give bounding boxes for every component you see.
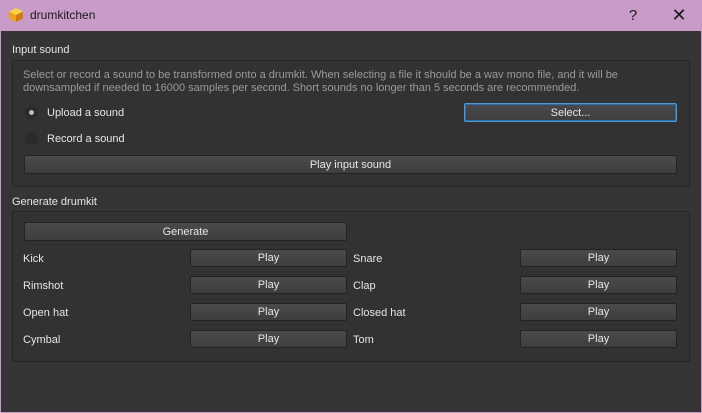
clap-label: Clap <box>353 280 376 292</box>
input-description: Select or record a sound to be transform… <box>23 69 618 94</box>
play-tom-button[interactable]: Play <box>520 330 677 348</box>
input-group-title: Input sound <box>12 44 70 56</box>
dialog-body: Input sound Select or record a sound to … <box>1 31 701 412</box>
play-rimshot-button[interactable]: Play <box>190 276 347 294</box>
open-hat-label: Open hat <box>23 307 69 319</box>
generate-group-title: Generate drumkit <box>12 196 97 208</box>
generate-button[interactable]: Generate <box>24 222 347 241</box>
upload-sound-option[interactable]: Upload a sound <box>25 106 124 119</box>
title-bar[interactable]: drumkitchen ? ✕ <box>0 0 702 31</box>
kick-label: Kick <box>23 253 44 265</box>
record-radio[interactable] <box>25 132 38 145</box>
play-snare-button[interactable]: Play <box>520 249 677 267</box>
close-button[interactable]: ✕ <box>656 0 702 31</box>
play-closed-hat-button[interactable]: Play <box>520 303 677 321</box>
record-label: Record a sound <box>47 132 125 145</box>
upload-radio[interactable] <box>25 106 38 119</box>
upload-label: Upload a sound <box>47 106 125 119</box>
app-cube-icon <box>9 8 23 22</box>
app-window: drumkitchen ? ✕ Input sound Select or re… <box>0 0 702 413</box>
play-clap-button[interactable]: Play <box>520 276 677 294</box>
help-button[interactable]: ? <box>610 0 656 31</box>
rimshot-label: Rimshot <box>23 280 64 292</box>
record-sound-option[interactable]: Record a sound <box>25 132 125 145</box>
play-input-sound-button[interactable]: Play input sound <box>24 155 677 174</box>
tom-label: Tom <box>353 334 374 346</box>
cymbal-label: Cymbal <box>23 334 61 346</box>
snare-label: Snare <box>353 253 383 265</box>
play-kick-button[interactable]: Play <box>190 249 347 267</box>
play-open-hat-button[interactable]: Play <box>190 303 347 321</box>
select-button[interactable]: Select... <box>464 103 677 122</box>
closed-hat-label: Closed hat <box>353 307 406 319</box>
window-title: drumkitchen <box>30 8 96 22</box>
play-cymbal-button[interactable]: Play <box>190 330 347 348</box>
